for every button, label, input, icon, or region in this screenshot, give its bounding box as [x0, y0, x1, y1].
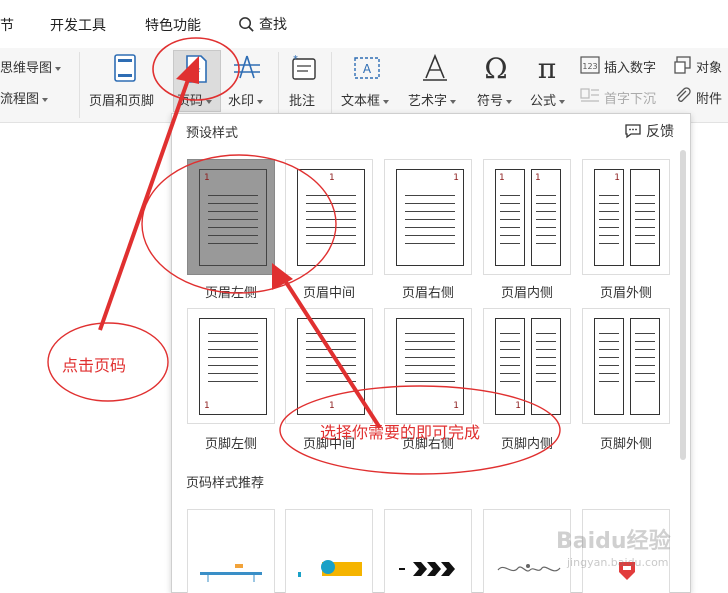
arrow-to-page-number [98, 73, 192, 331]
annotation-overlay [47, 37, 561, 475]
brand-watermark: Baidu经验 [556, 529, 671, 554]
annotation-click-page-number: 点击页码 [62, 356, 127, 375]
style-highlight-circle [141, 154, 337, 294]
brand-watermark-url: jingyan.baidu.com [567, 556, 669, 569]
arrow-head [176, 56, 199, 84]
annotation-select-finish: 选择你需要的即可完成 [320, 423, 481, 442]
arrow-to-style [280, 274, 382, 430]
